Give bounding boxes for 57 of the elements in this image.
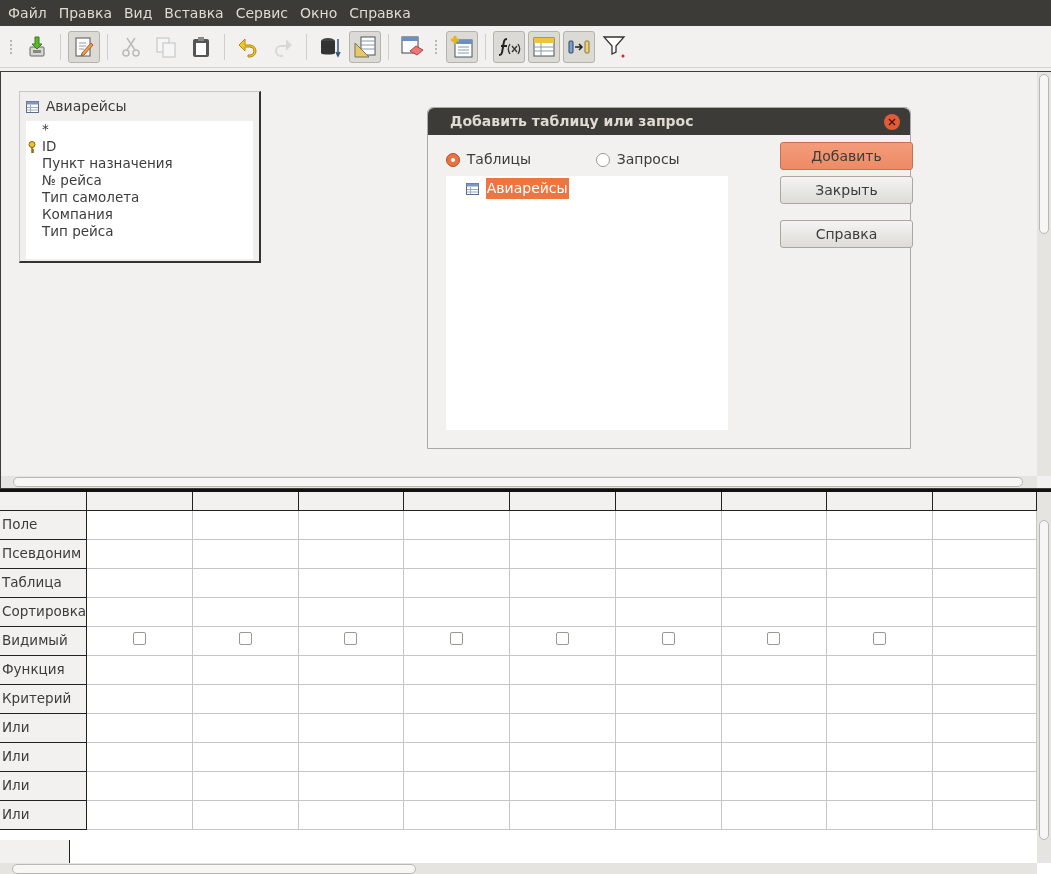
row-label: Псевдоним [2, 545, 82, 562]
dialog-button[interactable]: Закрыть [780, 176, 913, 204]
dialog-button[interactable]: Добавить [780, 142, 913, 170]
vertical-scrollbar[interactable] [1037, 492, 1051, 863]
menu-item[interactable]: Окно [300, 2, 346, 24]
row-label: Сортировка [2, 603, 87, 620]
table-window-icon [532, 34, 556, 59]
filter-icon [602, 34, 626, 59]
toolbar-button[interactable] [493, 30, 525, 63]
menu-item[interactable]: Правка [58, 2, 120, 24]
menu-item[interactable]: Справка [349, 2, 419, 24]
table-title: Авиарейсы [45, 97, 127, 116]
menu-item[interactable]: Файл [8, 2, 55, 24]
field-name[interactable]: ID [42, 138, 57, 155]
horizontal-scrollbar[interactable] [0, 863, 1037, 874]
field-name[interactable]: Тип самолета [42, 189, 140, 206]
checkbox[interactable] [555, 632, 569, 646]
horizontal-scrollbar[interactable] [1, 476, 1037, 488]
close-icon [888, 117, 896, 126]
radio-button[interactable]: Запросы [596, 149, 746, 170]
row-label: Критерий [2, 690, 72, 707]
close-button[interactable] [884, 113, 900, 130]
row-label: Или [2, 777, 30, 794]
checkbox[interactable] [661, 632, 675, 646]
table-icon [26, 100, 39, 113]
row-label: Или [2, 748, 30, 765]
menu-item[interactable]: Вид [123, 2, 161, 24]
dialog-button[interactable]: Справка [780, 220, 913, 248]
table-window[interactable]: Авиарейсы * ID Пункт назначения № рейса Тип самолета Компания Тип рейса [19, 91, 261, 263]
menu-item[interactable]: Сервис [235, 2, 296, 24]
field-name[interactable]: Тип рейса [42, 223, 114, 240]
field-name[interactable]: * [42, 121, 49, 138]
row-label: Или [2, 806, 30, 823]
vertical-scrollbar[interactable] [1037, 72, 1051, 476]
checkbox[interactable] [873, 632, 887, 646]
field-name[interactable]: № рейса [42, 172, 102, 189]
row-label: Поле [2, 516, 38, 533]
pencil-document-icon [72, 34, 96, 59]
dialog-title: Добавить таблицу или запрос [450, 112, 694, 131]
checkbox[interactable] [344, 632, 358, 646]
checkbox[interactable] [238, 632, 252, 646]
add-table-icon [450, 34, 474, 59]
radio-button[interactable]: Таблицы [446, 149, 596, 170]
row-label: Функция [2, 661, 65, 678]
copy-icon [154, 34, 178, 59]
ruler-table-icon [353, 34, 377, 59]
checkbox[interactable] [767, 632, 781, 646]
row-label: Видимый [2, 632, 68, 649]
row-label: Или [2, 719, 30, 736]
checkbox[interactable] [132, 632, 146, 646]
menu-item[interactable]: Вставка [164, 2, 232, 24]
checkbox[interactable] [450, 632, 464, 646]
table-icon [466, 182, 479, 195]
row-label: Таблица [2, 574, 62, 591]
field-name[interactable]: Компания [42, 206, 113, 223]
row-header-background [0, 840, 70, 863]
field-name[interactable]: Пункт назначения [42, 155, 173, 172]
